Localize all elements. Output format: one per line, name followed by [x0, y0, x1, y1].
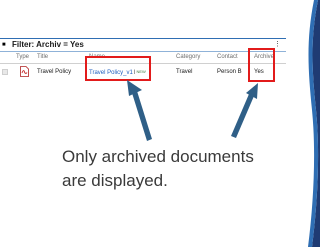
pdf-icon: [20, 66, 29, 77]
column-header-contact[interactable]: Contact: [217, 53, 238, 62]
row-category: Travel: [176, 69, 193, 75]
row-contact: Person B: [217, 69, 242, 75]
archive-column-highlight: [248, 48, 275, 82]
caption-line-2: are displayed.: [62, 171, 168, 190]
filter-bar: ■ Filter: Archiv = Yes ⋮: [0, 38, 286, 52]
column-header-title[interactable]: Title: [37, 53, 48, 62]
row-select-checkbox[interactable]: [2, 69, 8, 75]
column-header-type[interactable]: Type: [16, 53, 29, 62]
right-accent-stripes: [288, 0, 320, 247]
caption-text: Only archived documents are displayed.: [62, 145, 292, 193]
filter-title: Filter: Archiv = Yes: [12, 40, 84, 49]
filter-menu-icon[interactable]: ⋮: [274, 41, 281, 49]
caption-line-1: Only archived documents: [62, 147, 254, 166]
column-header-category[interactable]: Category: [176, 53, 200, 62]
name-column-highlight: [85, 56, 151, 81]
row-title: Travel Policy: [37, 69, 72, 75]
collapse-filter-icon[interactable]: ■: [2, 40, 6, 50]
